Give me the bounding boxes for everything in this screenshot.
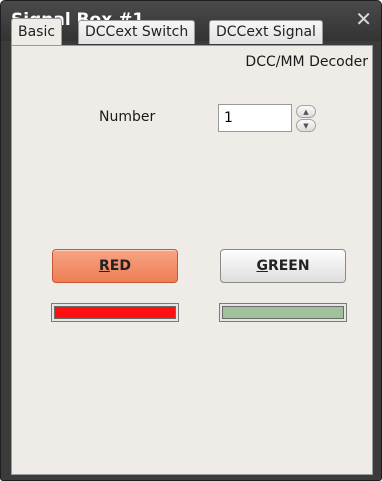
red-indicator	[51, 303, 179, 322]
green-indicator	[219, 303, 347, 322]
tab-basic[interactable]: Basic	[11, 18, 63, 45]
red-button-mnemonic: R	[99, 258, 110, 274]
signal-box-window: Signal Box #1 ✕ Basic DCCext Switch DCCe…	[0, 0, 382, 481]
green-button-label: REEN	[267, 258, 310, 274]
chevron-up-icon: ▲	[303, 107, 309, 116]
chevron-down-icon: ▼	[303, 121, 309, 130]
red-button-label: ED	[109, 258, 131, 274]
green-button[interactable]: GREEN	[220, 249, 346, 283]
basic-tab-panel: DCC/MM Decoder Number ▲ ▼ RED GREEN	[11, 45, 373, 475]
tab-dccext-switch[interactable]: DCCext Switch	[78, 20, 196, 44]
green-indicator-fill	[222, 306, 344, 319]
spin-up-button[interactable]: ▲	[296, 105, 316, 118]
green-button-mnemonic: G	[256, 258, 268, 274]
tab-dccext-signal[interactable]: DCCext Signal	[209, 20, 323, 44]
number-input[interactable]	[218, 104, 292, 132]
spin-down-button[interactable]: ▼	[296, 119, 316, 132]
decoder-type-label: DCC/MM Decoder	[245, 54, 368, 70]
tab-strip: Basic DCCext Switch DCCext Signal	[11, 18, 365, 45]
red-indicator-fill	[54, 306, 176, 319]
number-label: Number	[99, 109, 156, 125]
red-button[interactable]: RED	[52, 249, 178, 283]
